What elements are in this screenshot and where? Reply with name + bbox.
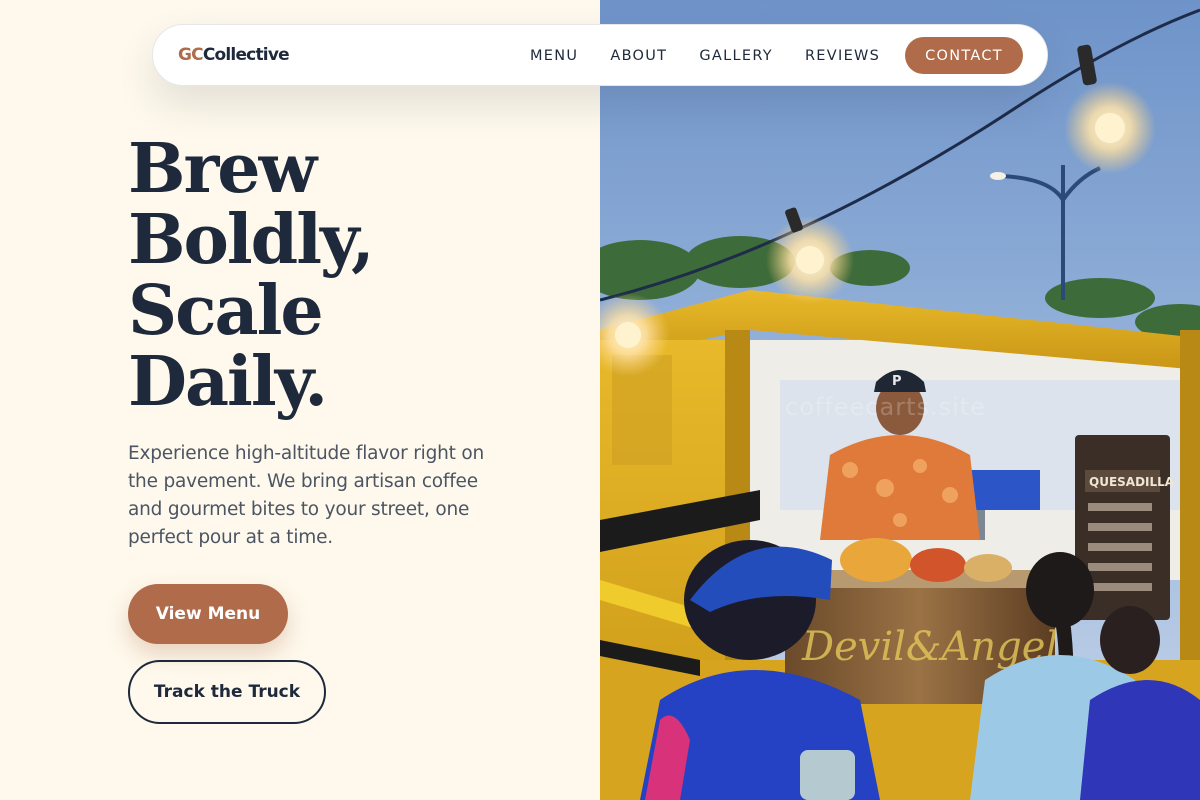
view-menu-button[interactable]: View Menu [128, 584, 288, 644]
track-truck-button[interactable]: Track the Truck [128, 660, 326, 724]
nav-link-gallery[interactable]: GALLERY [699, 48, 773, 64]
hero-section: Brew Boldly, Scale Daily. Experience hig… [0, 0, 600, 800]
nav-link-about[interactable]: ABOUT [610, 48, 667, 64]
brand-logo[interactable]: GCCollective [178, 45, 290, 65]
headline-line-3: Scale [128, 271, 324, 351]
nav-link-reviews[interactable]: REVIEWS [805, 48, 880, 64]
logo-mark: GC [178, 45, 204, 65]
hero-lead-text: Experience high-altitude flavor right on… [128, 443, 485, 548]
menu-board-text: QUESADILLA [1089, 475, 1175, 489]
hero-headline: Brew Boldly, Scale Daily. [128, 134, 568, 418]
nav-links: MENU ABOUT GALLERY REVIEWS [530, 25, 912, 87]
contact-button[interactable]: CONTACT [905, 37, 1023, 74]
top-navbar: GCCollective MENU ABOUT GALLERY REVIEWS … [152, 24, 1048, 86]
headline-line-4: Daily. [128, 342, 328, 422]
logo-wordmark: Collective [202, 45, 290, 65]
headline-line-1: Brew [128, 129, 317, 209]
watermark-text: coffeecarts.site [785, 393, 986, 421]
svg-text:P: P [892, 374, 902, 389]
headline-line-2: Boldly, [128, 200, 375, 280]
nav-link-menu[interactable]: MENU [530, 48, 578, 64]
